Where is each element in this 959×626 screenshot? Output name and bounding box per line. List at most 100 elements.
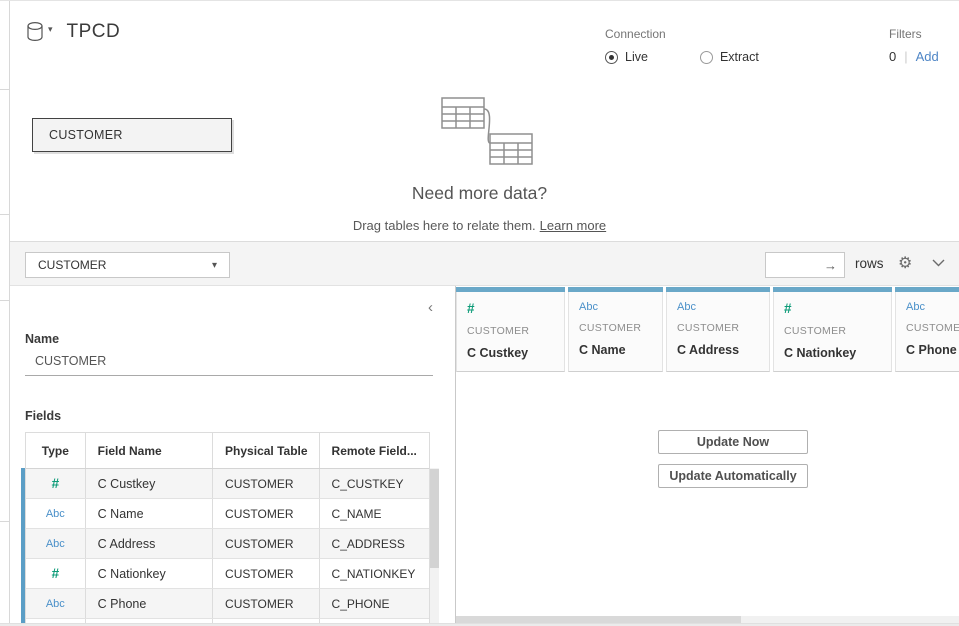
fields-label: Fields — [25, 409, 61, 423]
field-name-cell[interactable]: C Custkey — [86, 469, 213, 498]
table-row[interactable]: Abc C Name CUSTOMER C_NAME — [26, 499, 429, 529]
string-type-icon: Abc — [46, 508, 65, 520]
update-now-button[interactable]: Update Now — [658, 430, 808, 454]
fields-scrollbar-thumb[interactable] — [430, 469, 439, 568]
column-table-label: CUSTOMER — [467, 325, 564, 337]
fields-selection-accent — [21, 468, 25, 626]
gutter-divider — [0, 521, 10, 522]
col-header-field-name[interactable]: Field Name — [86, 433, 213, 468]
learn-more-link[interactable]: Learn more — [540, 218, 606, 233]
database-menu-caret-icon[interactable]: ▾ — [48, 24, 53, 35]
collapse-panel-icon[interactable]: ‹ — [428, 299, 433, 316]
rows-count-input[interactable] — [766, 254, 820, 276]
string-type-icon: Abc — [46, 538, 65, 550]
empty-state-hint-text: Drag tables here to relate them. — [353, 218, 536, 233]
gutter-divider — [0, 89, 10, 90]
datasource-page: ▾ TPCD Connection Live Extract Filters 0… — [0, 0, 959, 626]
update-automatically-button[interactable]: Update Automatically — [658, 464, 808, 488]
datasource-title[interactable]: TPCD — [67, 21, 121, 43]
table-row[interactable]: Abc C Phone CUSTOMER C_PHONE — [26, 589, 429, 619]
canvas-table-node-customer[interactable]: CUSTOMER — [32, 118, 232, 152]
dropdown-caret-icon: ▾ — [212, 260, 217, 271]
remote-field-cell: C_PHONE — [320, 589, 429, 618]
filters-label: Filters — [889, 27, 939, 41]
string-type-icon: Abc — [579, 301, 662, 313]
number-type-icon: # — [467, 301, 564, 316]
connection-label: Connection — [605, 27, 811, 41]
rows-label: rows — [855, 256, 884, 271]
database-icon[interactable] — [26, 21, 46, 43]
field-name-cell[interactable]: C Phone — [86, 589, 213, 618]
radio-extract-label: Extract — [720, 50, 759, 64]
radio-extract-circle[interactable] — [700, 51, 713, 64]
remote-field-cell: C_NATIONKEY — [320, 559, 429, 588]
radio-extract[interactable]: Extract — [700, 50, 759, 64]
grid-column-c-nationkey[interactable]: # CUSTOMER C Nationkey — [773, 287, 892, 372]
physical-table-cell: CUSTOMER — [213, 529, 319, 558]
column-field-name[interactable]: C Address — [677, 343, 769, 357]
column-field-name[interactable]: C Nationkey — [784, 346, 891, 360]
fields-table-header: Type Field Name Physical Table Remote Fi… — [26, 433, 429, 469]
grid-hscrollbar-thumb[interactable] — [456, 616, 741, 623]
column-table-label: CUSTOMER — [579, 322, 662, 334]
column-field-name[interactable]: C Custkey — [467, 346, 564, 360]
table-details-toolbar: CUSTOMER ▾ → rows ⚙ — [10, 241, 959, 286]
filters-add-link[interactable]: Add — [916, 49, 939, 64]
empty-state-title: Need more data? — [0, 183, 959, 204]
table-name-field[interactable]: CUSTOMER — [25, 348, 433, 376]
column-field-name[interactable]: C Name — [579, 343, 662, 357]
collapse-grid-chevron-icon[interactable] — [932, 259, 945, 267]
rows-go-arrow-icon[interactable]: → — [824, 258, 837, 273]
radio-live-label: Live — [625, 50, 648, 64]
number-type-icon: # — [52, 476, 60, 491]
column-table-label: CUSTOMER — [784, 325, 891, 337]
grid-column-c-address[interactable]: Abc CUSTOMER C Address — [666, 287, 770, 372]
string-type-icon: Abc — [906, 301, 959, 313]
physical-table-cell: CUSTOMER — [213, 559, 319, 588]
table-selector-dropdown[interactable]: CUSTOMER ▾ — [25, 252, 230, 278]
field-name-cell[interactable]: C Nationkey — [86, 559, 213, 588]
grid-column-c-phone[interactable]: Abc CUSTOMER C Phone — [895, 287, 959, 372]
radio-live-circle[interactable] — [605, 51, 618, 64]
left-pane-edge[interactable] — [0, 1, 10, 626]
grid-settings-gear-icon[interactable]: ⚙ — [898, 253, 912, 273]
physical-table-cell: CUSTOMER — [213, 589, 319, 618]
grid-hscrollbar-track[interactable] — [741, 616, 959, 623]
grid-column-c-name[interactable]: Abc CUSTOMER C Name — [568, 287, 663, 372]
fields-table: Type Field Name Physical Table Remote Fi… — [25, 432, 430, 626]
table-row[interactable]: Abc C Address CUSTOMER C_ADDRESS — [26, 529, 429, 559]
table-selector-value: CUSTOMER — [38, 258, 106, 272]
filters-group: Filters 0 | Add — [889, 27, 939, 64]
datasource-header: ▾ TPCD — [26, 21, 120, 43]
column-table-label: CUSTOMER — [906, 322, 959, 334]
physical-table-cell: CUSTOMER — [213, 499, 319, 528]
relate-tables-illustration-icon — [434, 96, 534, 168]
column-field-name[interactable]: C Phone — [906, 343, 959, 357]
number-type-icon: # — [784, 301, 891, 316]
filters-count: 0 — [889, 49, 896, 64]
table-row[interactable]: # C Custkey CUSTOMER C_CUSTKEY — [26, 469, 429, 499]
name-label: Name — [25, 332, 59, 346]
field-name-cell[interactable]: C Name — [86, 499, 213, 528]
string-type-icon: Abc — [46, 598, 65, 610]
remote-field-cell: C_NAME — [320, 499, 429, 528]
grid-column-c-custkey[interactable]: # CUSTOMER C Custkey — [456, 287, 565, 372]
column-table-label: CUSTOMER — [677, 322, 769, 334]
col-header-type[interactable]: Type — [26, 433, 86, 468]
empty-state-hint: Drag tables here to relate them. Learn mo… — [0, 218, 959, 233]
table-row[interactable]: # C Nationkey CUSTOMER C_NATIONKEY — [26, 559, 429, 589]
gutter-divider — [0, 300, 10, 301]
rows-limit-box: → — [765, 252, 845, 278]
remote-field-cell: C_ADDRESS — [320, 529, 429, 558]
physical-table-cell: CUSTOMER — [213, 469, 319, 498]
radio-live[interactable]: Live — [605, 50, 648, 64]
filters-separator: | — [904, 49, 907, 64]
gutter-divider — [0, 214, 10, 215]
connection-group: Connection Live Extract — [605, 27, 811, 64]
field-name-cell[interactable]: C Address — [86, 529, 213, 558]
remote-field-cell: C_CUSTKEY — [320, 469, 429, 498]
col-header-physical-table[interactable]: Physical Table — [213, 433, 319, 468]
col-header-remote-field[interactable]: Remote Field... — [320, 433, 429, 468]
string-type-icon: Abc — [677, 301, 769, 313]
number-type-icon: # — [52, 566, 60, 581]
